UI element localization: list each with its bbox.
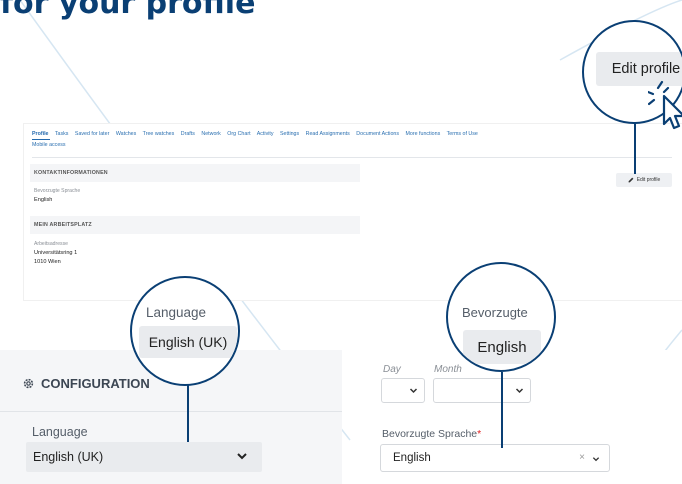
zoom-preferred-language-value: English xyxy=(463,330,541,364)
preferred-language-select[interactable]: English × xyxy=(380,444,610,472)
configuration-divider xyxy=(0,411,342,412)
day-select[interactable] xyxy=(381,378,425,403)
work-address-line2: 1010 Wien xyxy=(34,259,61,265)
date-language-form: Day Month Bevorzugte Sprache* English × xyxy=(364,350,682,484)
work-address-line1: Universitätsring 1 xyxy=(34,250,78,256)
tab-org-chart[interactable]: Org Chart xyxy=(227,131,250,137)
tab-document-actions[interactable]: Document Actions xyxy=(356,131,399,137)
zoom-language-label: Language xyxy=(146,305,207,320)
preferred-language-label-text: Bevorzugte Sprache xyxy=(382,428,478,440)
zoom-language-value-text: English (UK) xyxy=(148,334,228,350)
clear-icon[interactable]: × xyxy=(579,452,585,463)
tab-more-functions[interactable]: More functions xyxy=(405,131,440,137)
day-label: Day xyxy=(383,364,401,375)
zoom-preferred-language-value-text: English xyxy=(477,338,527,356)
pencil-icon xyxy=(628,177,634,183)
zoom-language: Language English (UK) xyxy=(130,276,240,386)
edit-profile-button[interactable]: Edit profile xyxy=(616,173,672,187)
tab-tasks[interactable]: Tasks xyxy=(55,131,69,137)
language-select-value: English (UK) xyxy=(33,450,104,464)
callout-line-language xyxy=(187,382,189,442)
tab-terms-of-use[interactable]: Terms of Use xyxy=(447,131,478,137)
contact-section-heading: KONTAKTINFORMATIONEN xyxy=(30,164,360,182)
chevron-down-icon xyxy=(592,457,600,462)
chevron-down-icon xyxy=(237,453,247,460)
tab-mobile-access[interactable]: Mobile access xyxy=(32,142,66,148)
profile-screenshot: Profile Tasks Saved for later Watches Tr… xyxy=(24,124,682,300)
language-select[interactable]: English (UK) xyxy=(26,442,262,472)
configuration-title: CONFIGURATION xyxy=(41,376,150,391)
required-marker: * xyxy=(477,428,482,440)
zoom-preferred-language: Bevorzugte English xyxy=(446,262,556,372)
configuration-heading: CONFIGURATION xyxy=(22,376,150,391)
zoom-language-value: English (UK) xyxy=(139,326,237,358)
work-address-label: Arbeitsadresse xyxy=(34,241,68,247)
zoom-edit-profile-label: Edit profile xyxy=(611,61,681,77)
preferred-language-label: Bevorzugte Sprache xyxy=(34,188,81,194)
active-tab-indicator xyxy=(32,139,50,140)
preferred-language-select-value: English xyxy=(393,452,431,464)
month-select[interactable] xyxy=(433,378,531,403)
tab-network[interactable]: Network xyxy=(201,131,220,137)
tabs-divider xyxy=(32,157,672,158)
edit-profile-label: Edit profile xyxy=(636,177,661,183)
callout-line-bevorzugte xyxy=(501,372,503,448)
workplace-section-heading: MEIN ARBEITSPLATZ xyxy=(30,216,360,234)
gear-icon xyxy=(23,378,34,389)
tab-activity[interactable]: Activity xyxy=(257,131,274,137)
chevron-down-icon xyxy=(409,388,418,394)
zoom-preferred-language-label: Bevorzugte xyxy=(462,305,528,320)
tab-profile[interactable]: Profile xyxy=(32,131,48,137)
tab-read-assignments[interactable]: Read Assignments xyxy=(306,131,350,137)
tab-settings[interactable]: Settings xyxy=(280,131,299,137)
tab-drafts[interactable]: Drafts xyxy=(181,131,195,137)
language-label: Language xyxy=(32,425,88,439)
preferred-language-value: English xyxy=(34,197,53,203)
tab-watches[interactable]: Watches xyxy=(116,131,136,137)
click-cursor-icon xyxy=(648,80,682,130)
month-label: Month xyxy=(434,364,462,375)
preferred-language-field-label: Bevorzugte Sprache* xyxy=(382,428,481,440)
profile-tabs: Profile Tasks Saved for later Watches Tr… xyxy=(32,129,672,151)
chevron-down-icon xyxy=(515,388,524,394)
tab-saved-for-later[interactable]: Saved for later xyxy=(75,131,109,137)
tab-tree-watches[interactable]: Tree watches xyxy=(143,131,175,137)
page-title: for your profile xyxy=(0,0,256,21)
